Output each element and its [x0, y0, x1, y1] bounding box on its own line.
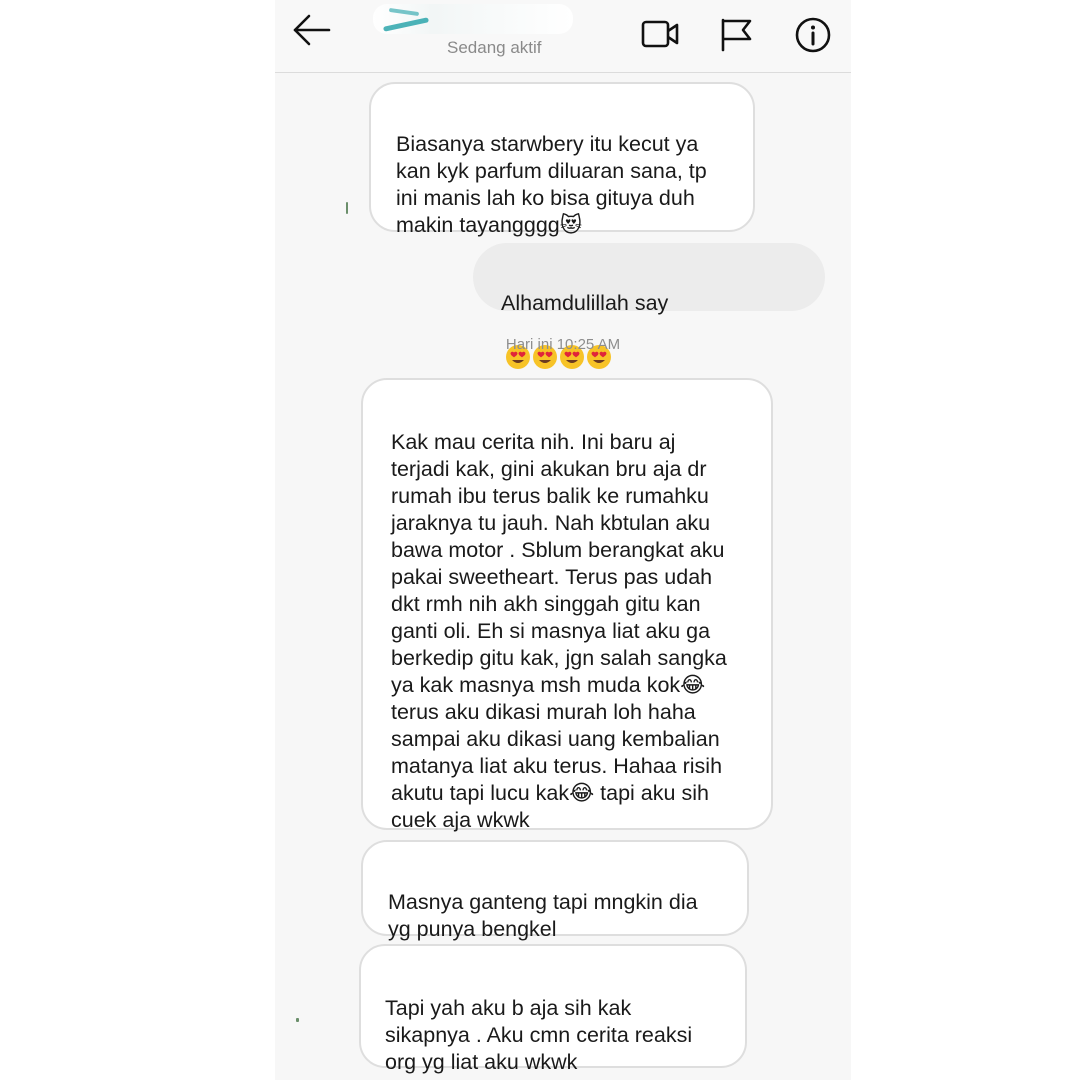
image-artifact [346, 202, 348, 214]
timestamp-divider: Hari ini 10:25 AM [505, 336, 621, 353]
message-bubble-incoming[interactable]: Biasanya starwbery itu kecut ya kan kyk … [369, 82, 755, 237]
message-text: Tapi yah aku b aja sih kak sikapnya . Ak… [385, 996, 693, 1074]
message-text: Masnya ganteng tapi mngkin dia yg punya … [388, 890, 698, 941]
message-text: Kak mau cerita nih. Ini baru aj terjadi … [391, 430, 727, 832]
info-icon [795, 17, 831, 53]
report-button[interactable] [717, 14, 757, 54]
video-camera-icon [641, 20, 679, 48]
message-bubble-incoming[interactable]: Masnya ganteng tapi mngkin dia yg punya … [361, 840, 749, 941]
video-call-button[interactable] [641, 14, 681, 54]
chat-header: Sedang aktif [275, 0, 851, 73]
message-bubble-outgoing[interactable]: Alhamdulillah say [473, 243, 825, 369]
message-bubble-incoming[interactable]: Tapi yah aku b aja sih kak sikapnya . Ak… [359, 944, 747, 1074]
chat-screen: Sedang aktif Biasanya starwbery itu kecu… [275, 0, 851, 1080]
back-button[interactable] [291, 12, 333, 48]
flag-icon [721, 18, 752, 52]
message-text: Biasanya starwbery itu kecut ya kan kyk … [396, 132, 707, 237]
active-status: Sedang aktif [447, 38, 542, 57]
arrow-left-icon [293, 14, 331, 46]
contact-name-redacted[interactable] [373, 4, 573, 34]
info-button[interactable] [793, 14, 833, 54]
image-artifact [296, 1018, 299, 1022]
message-text: Alhamdulillah say [501, 291, 669, 315]
message-bubble-incoming[interactable]: Kak mau cerita nih. Ini baru aj terjadi … [361, 378, 773, 832]
